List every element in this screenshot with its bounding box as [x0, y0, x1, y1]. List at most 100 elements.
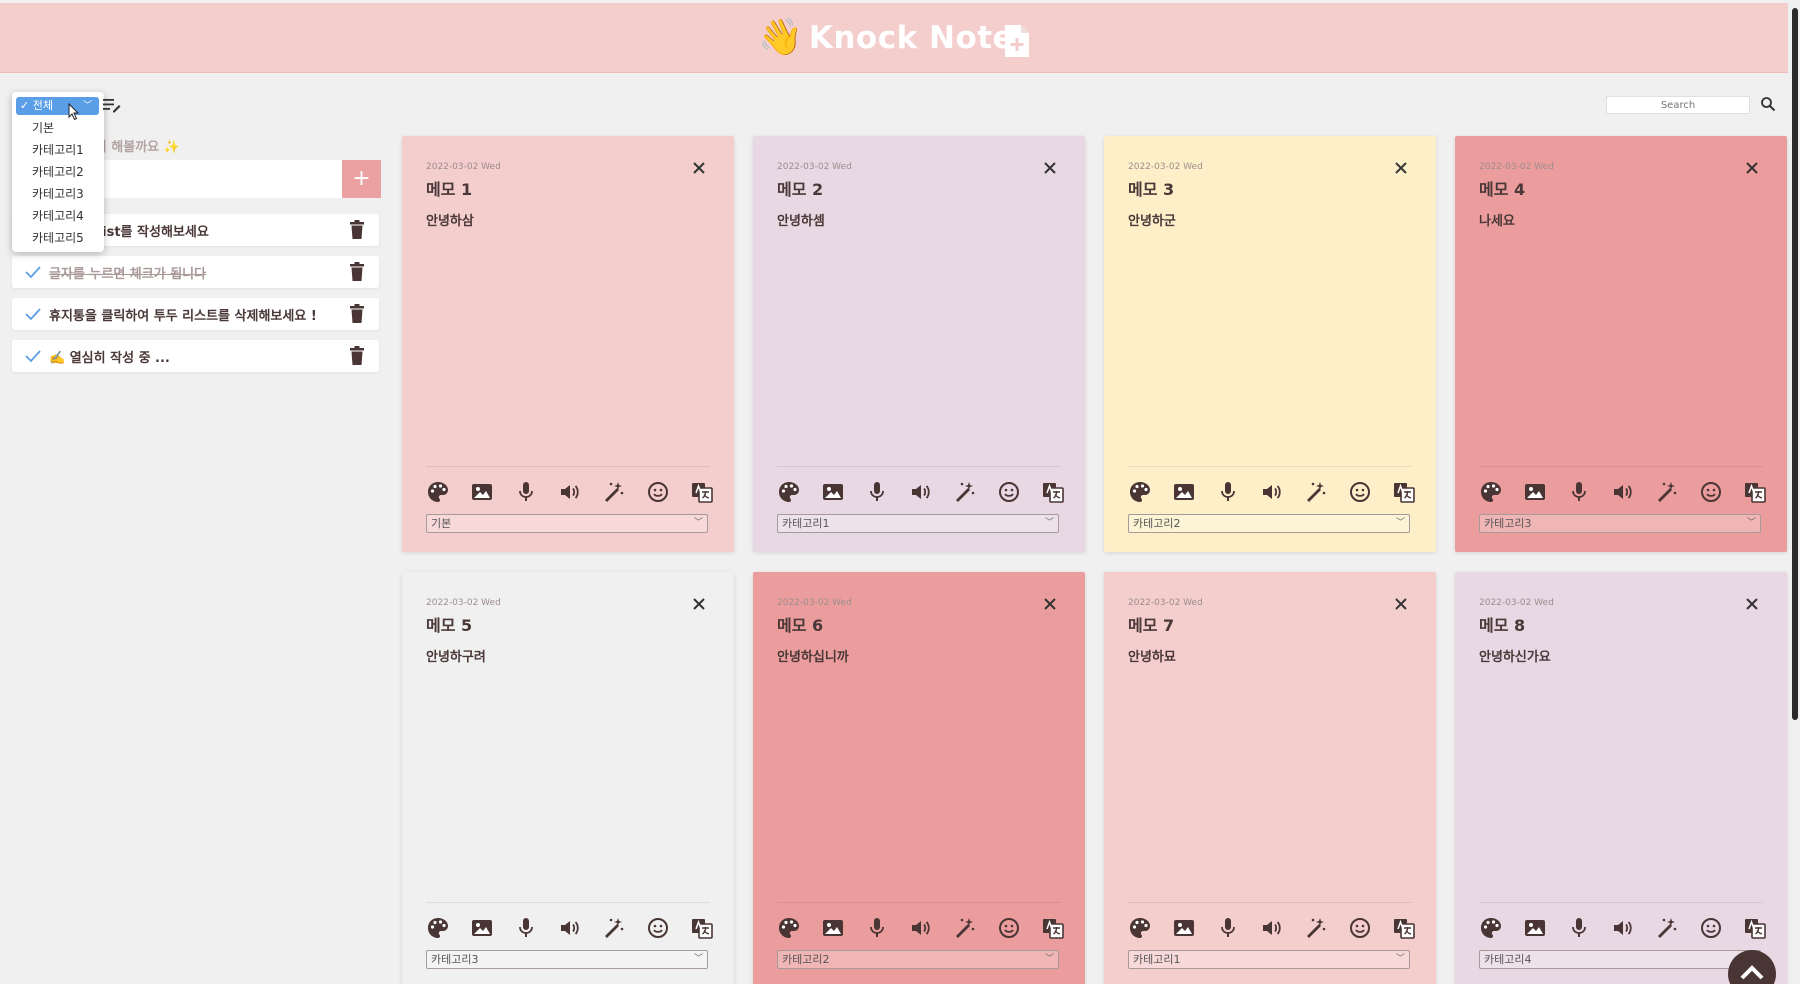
- todo-text[interactable]: 휴지통을 클릭하여 투두 리스트를 삭제해보세요 !: [49, 305, 317, 324]
- memo-card[interactable]: 2022-03-02 Wed 메모 7 안녕하묘 카테고리1 ﹀: [1104, 572, 1436, 984]
- microphone-icon[interactable]: [1567, 916, 1591, 940]
- speaker-icon[interactable]: [1260, 480, 1284, 504]
- filter-option[interactable]: 카테고리1: [32, 141, 84, 158]
- memo-body[interactable]: 안녕하셈: [777, 210, 825, 229]
- memo-category-select[interactable]: 카테고리2 ﹀: [777, 950, 1059, 969]
- filter-option[interactable]: 카테고리5: [32, 229, 84, 246]
- memo-body[interactable]: 안녕하신가요: [1479, 646, 1551, 665]
- close-icon[interactable]: [1394, 161, 1408, 175]
- check-icon[interactable]: [24, 306, 42, 322]
- smiley-icon[interactable]: [1348, 480, 1372, 504]
- microphone-icon[interactable]: [514, 916, 538, 940]
- search-input[interactable]: [1606, 96, 1750, 114]
- palette-icon[interactable]: [1128, 916, 1152, 940]
- palette-icon[interactable]: [777, 916, 801, 940]
- memo-category-select[interactable]: 카테고리3 ﹀: [1479, 514, 1761, 533]
- palette-icon[interactable]: [426, 480, 450, 504]
- memo-body[interactable]: 안녕하십니까: [777, 646, 849, 665]
- image-icon[interactable]: [1523, 480, 1547, 504]
- close-icon[interactable]: [1745, 161, 1759, 175]
- memo-body[interactable]: 나세요: [1479, 210, 1515, 229]
- speaker-icon[interactable]: [1260, 916, 1284, 940]
- translate-icon[interactable]: [1392, 480, 1416, 504]
- translate-icon[interactable]: [1041, 480, 1065, 504]
- page-scrollbar[interactable]: [1790, 0, 1800, 984]
- filter-option[interactable]: 기본: [32, 119, 54, 136]
- microphone-icon[interactable]: [865, 480, 889, 504]
- memo-category-select[interactable]: 기본 ﹀: [426, 514, 708, 533]
- memo-title[interactable]: 메모 1: [426, 176, 472, 200]
- magic-wand-icon[interactable]: [1304, 480, 1328, 504]
- memo-title[interactable]: 메모 4: [1479, 176, 1525, 200]
- magic-wand-icon[interactable]: [953, 916, 977, 940]
- close-icon[interactable]: [1043, 161, 1057, 175]
- close-icon[interactable]: [692, 597, 706, 611]
- palette-icon[interactable]: [426, 916, 450, 940]
- translate-icon[interactable]: [690, 916, 714, 940]
- image-icon[interactable]: [1172, 916, 1196, 940]
- translate-icon[interactable]: [1743, 916, 1767, 940]
- speaker-icon[interactable]: [909, 480, 933, 504]
- scroll-to-top-button[interactable]: [1728, 950, 1776, 984]
- trash-icon[interactable]: [350, 220, 364, 239]
- filter-option[interactable]: 카테고리3: [32, 185, 84, 202]
- memo-body[interactable]: 안녕하구려: [426, 646, 486, 665]
- scrollbar-thumb[interactable]: [1792, 8, 1798, 720]
- magic-wand-icon[interactable]: [602, 916, 626, 940]
- memo-title[interactable]: 메모 3: [1128, 176, 1174, 200]
- smiley-icon[interactable]: [997, 916, 1021, 940]
- memo-title[interactable]: 메모 6: [777, 612, 823, 636]
- memo-title[interactable]: 메모 8: [1479, 612, 1525, 636]
- smiley-icon[interactable]: [646, 916, 670, 940]
- microphone-icon[interactable]: [1567, 480, 1591, 504]
- todo-text[interactable]: 글자를 누르면 체크가 됩니다: [49, 263, 206, 282]
- image-icon[interactable]: [1523, 916, 1547, 940]
- memo-title[interactable]: 메모 7: [1128, 612, 1174, 636]
- smiley-icon[interactable]: [1699, 916, 1723, 940]
- palette-icon[interactable]: [1479, 916, 1503, 940]
- trash-icon[interactable]: [350, 304, 364, 323]
- speaker-icon[interactable]: [558, 480, 582, 504]
- memo-category-select[interactable]: 카테고리4﹀: [1479, 950, 1761, 969]
- check-icon[interactable]: [24, 264, 42, 280]
- memo-card[interactable]: 2022-03-02 Wed 메모 3 안녕하군 카테고리2 ﹀: [1104, 136, 1436, 552]
- file-plus-icon[interactable]: [1003, 23, 1031, 59]
- image-icon[interactable]: [470, 480, 494, 504]
- memo-card[interactable]: 2022-03-02 Wed 메모 2 안녕하셈 카테고리1 ﹀: [753, 136, 1085, 552]
- memo-category-select[interactable]: 카테고리1 ﹀: [1128, 950, 1410, 969]
- microphone-icon[interactable]: [865, 916, 889, 940]
- magic-wand-icon[interactable]: [602, 480, 626, 504]
- palette-icon[interactable]: [1128, 480, 1152, 504]
- translate-icon[interactable]: [1392, 916, 1416, 940]
- image-icon[interactable]: [1172, 480, 1196, 504]
- close-icon[interactable]: [1043, 597, 1057, 611]
- smiley-icon[interactable]: [1699, 480, 1723, 504]
- close-icon[interactable]: [1745, 597, 1759, 611]
- microphone-icon[interactable]: [1216, 916, 1240, 940]
- edit-list-icon[interactable]: [103, 97, 121, 113]
- magic-wand-icon[interactable]: [1655, 480, 1679, 504]
- memo-card[interactable]: 2022-03-02 Wed 메모 5 안녕하구려 카테고리3 ﹀: [402, 572, 734, 984]
- memo-body[interactable]: 안녕하군: [1128, 210, 1176, 229]
- memo-category-select[interactable]: 카테고리2 ﹀: [1128, 514, 1410, 533]
- speaker-icon[interactable]: [1611, 480, 1635, 504]
- image-icon[interactable]: [821, 916, 845, 940]
- palette-icon[interactable]: [1479, 480, 1503, 504]
- memo-body[interactable]: 안녕하묘: [1128, 646, 1176, 665]
- speaker-icon[interactable]: [1611, 916, 1635, 940]
- todo-add-button[interactable]: +: [342, 160, 381, 198]
- memo-title[interactable]: 메모 2: [777, 176, 823, 200]
- microphone-icon[interactable]: [1216, 480, 1240, 504]
- filter-option[interactable]: 카테고리4: [32, 207, 84, 224]
- microphone-icon[interactable]: [514, 480, 538, 504]
- trash-icon[interactable]: [350, 346, 364, 365]
- speaker-icon[interactable]: [558, 916, 582, 940]
- smiley-icon[interactable]: [646, 480, 670, 504]
- filter-option[interactable]: 카테고리2: [32, 163, 84, 180]
- magic-wand-icon[interactable]: [953, 480, 977, 504]
- check-icon[interactable]: [24, 348, 42, 364]
- image-icon[interactable]: [470, 916, 494, 940]
- translate-icon[interactable]: [1743, 480, 1767, 504]
- image-icon[interactable]: [821, 480, 845, 504]
- close-icon[interactable]: [1394, 597, 1408, 611]
